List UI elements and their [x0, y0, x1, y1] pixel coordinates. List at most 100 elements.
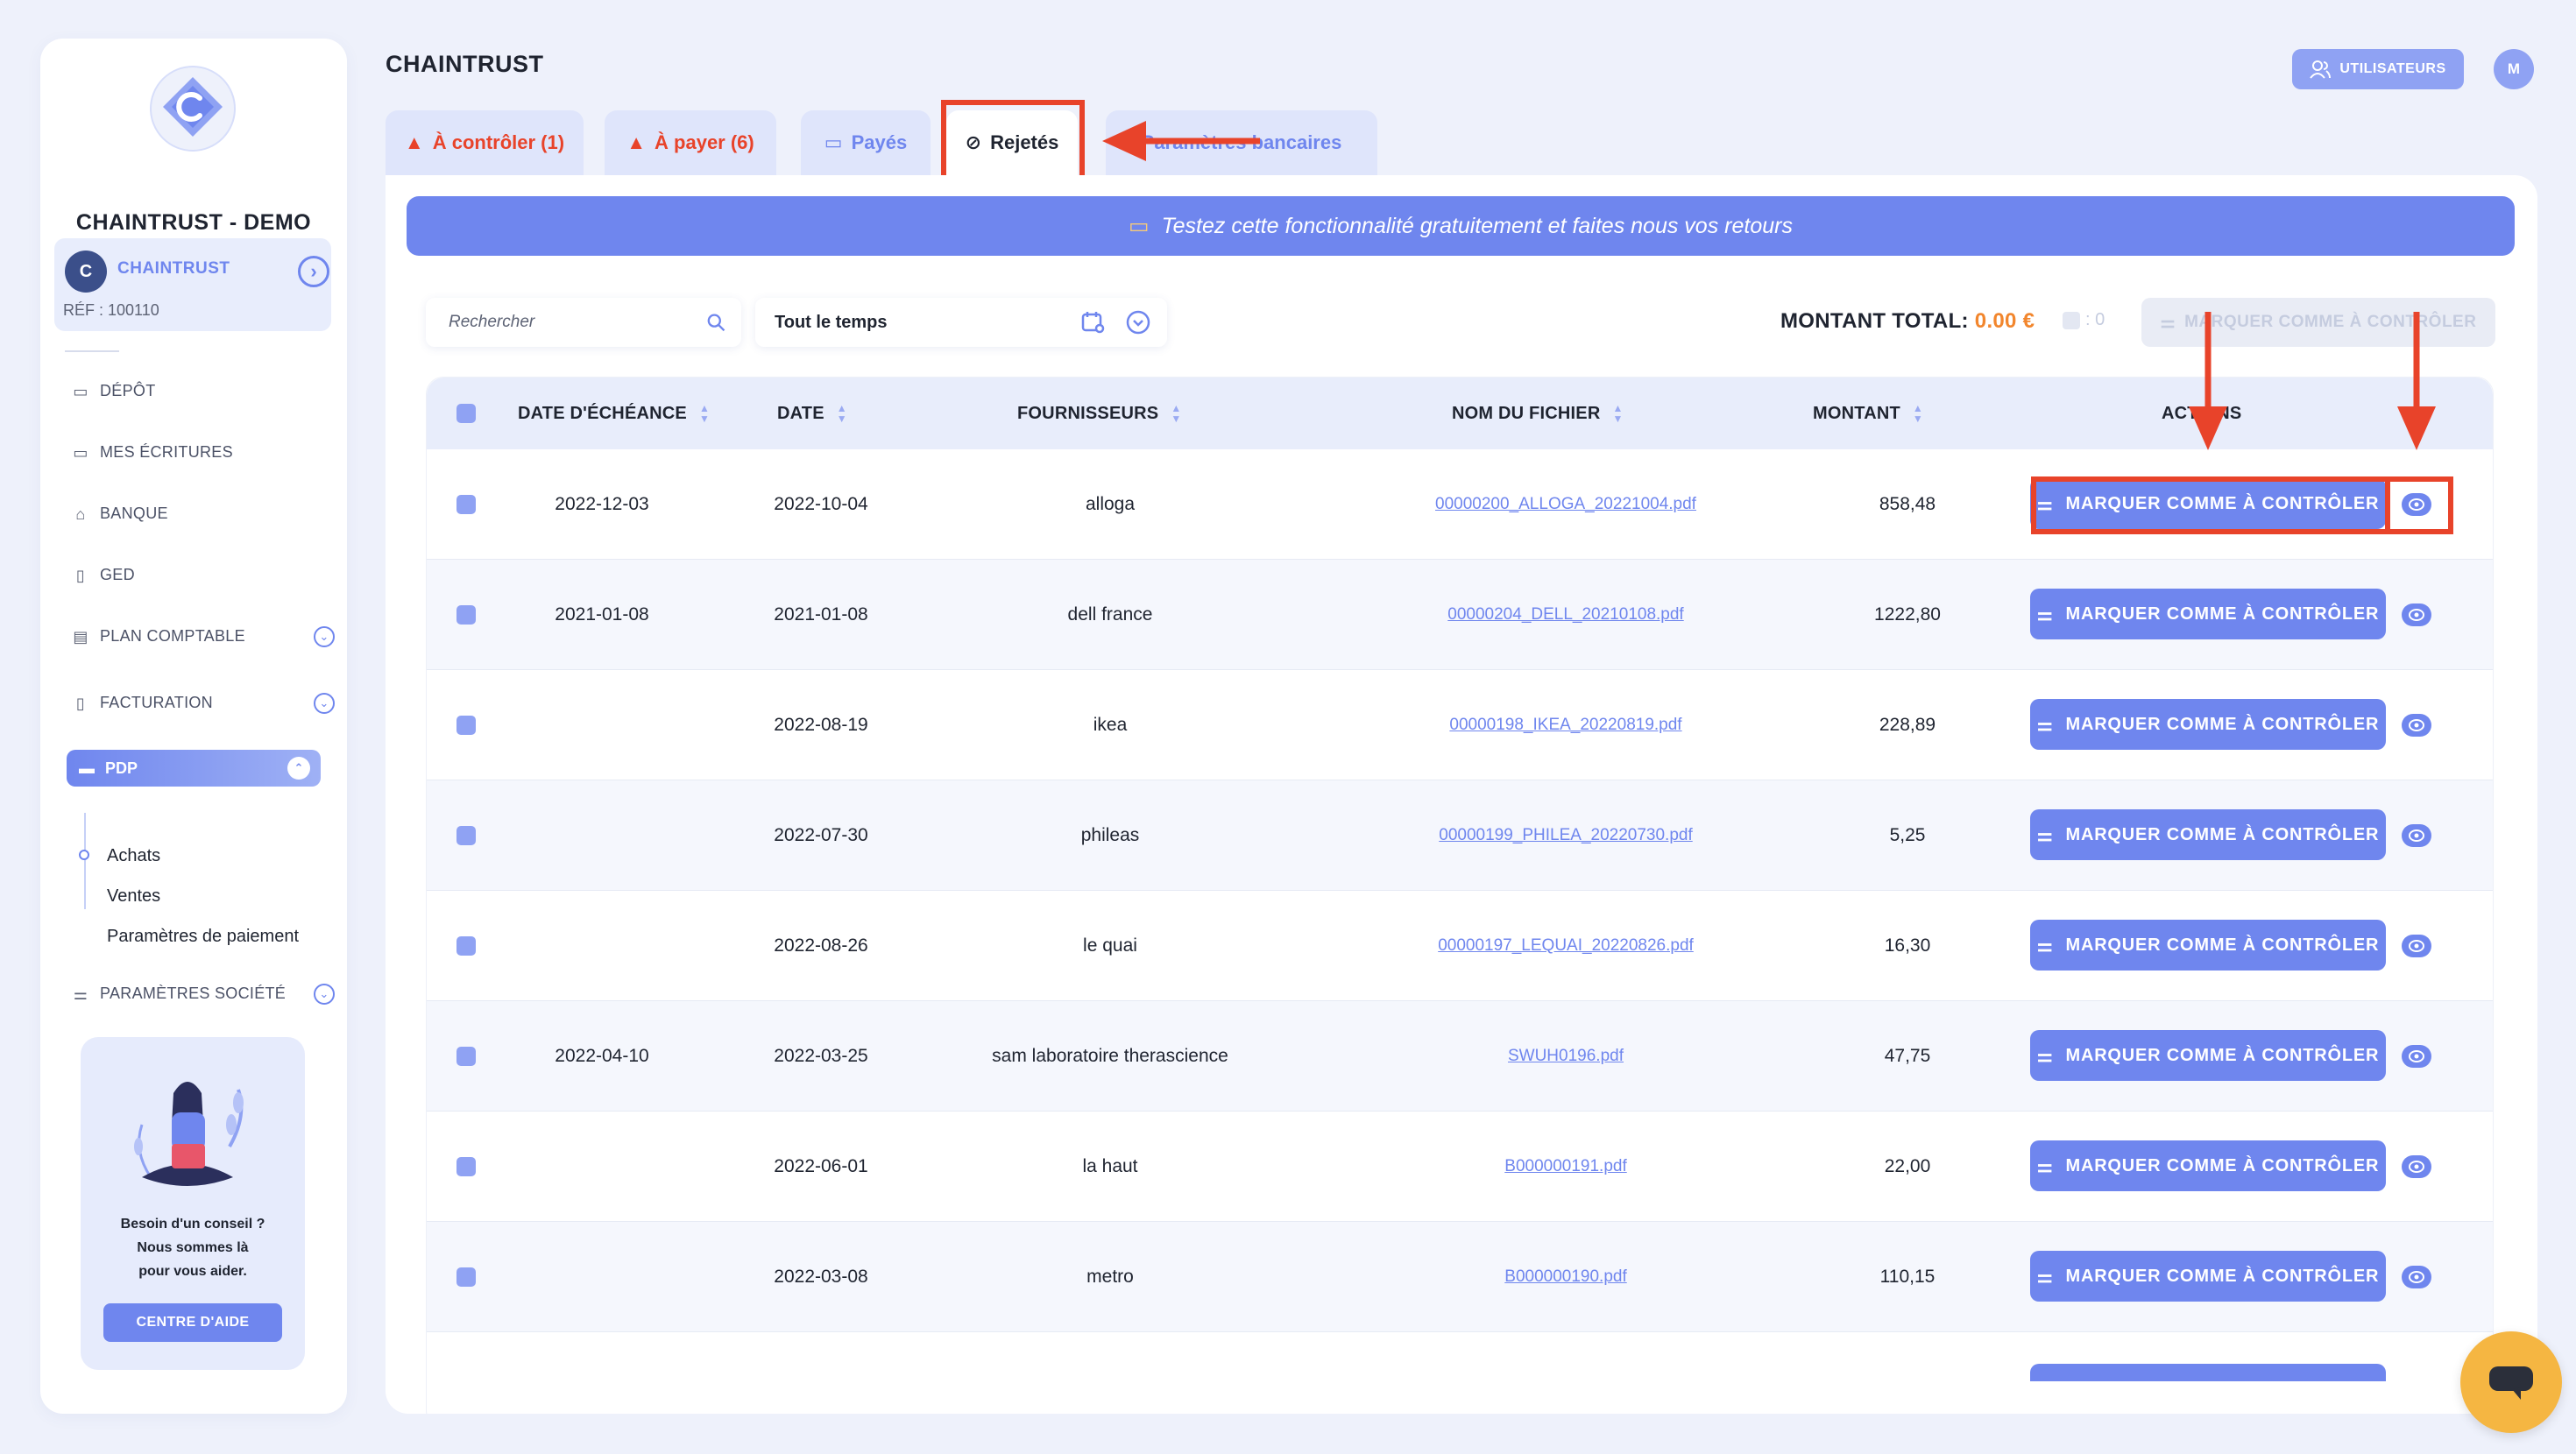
view-eye-icon[interactable] — [2402, 824, 2431, 847]
row-checkbox[interactable] — [456, 495, 476, 514]
supplier-cell: phileas — [1080, 825, 1140, 845]
sidebar-item-depot[interactable]: ▭ DÉPÔT — [72, 382, 335, 400]
view-eye-icon[interactable] — [2402, 1045, 2431, 1068]
column-header-suppliers[interactable]: FOURNISSEURS ▲ ▼ — [1017, 378, 1181, 449]
button-label: MARQUER COMME À CONTRÔLER — [2065, 1045, 2380, 1065]
mark-to-check-button[interactable]: ⚌ MARQUER COMME À CONTRÔLER — [2030, 589, 2386, 639]
sidebar-item-mes-ecritures[interactable]: ▭ MES ÉCRITURES — [72, 443, 335, 462]
date-cell: 2021-01-08 — [774, 604, 868, 625]
sliders-icon: ⚌ — [2036, 715, 2054, 735]
supplier-cell: dell france — [1067, 604, 1153, 625]
folder-icon: ▭ — [73, 443, 88, 462]
file-link[interactable]: 00000200_ALLOGA_20221004.pdf — [1312, 449, 1820, 560]
company-switch-button[interactable]: › — [298, 256, 329, 287]
date-cell: 2022-08-19 — [774, 715, 868, 735]
chaintrust-logo-icon — [150, 66, 236, 152]
sort-icon[interactable]: ▲ ▼ — [1913, 403, 1923, 424]
avatar[interactable]: M — [2494, 49, 2534, 89]
view-eye-icon[interactable] — [2402, 1155, 2431, 1178]
sidebar-item-pdp[interactable]: ▬ PDP ⌃ — [67, 750, 321, 787]
card-icon: ▬ — [79, 759, 95, 777]
chevron-down-icon[interactable]: ⌄ — [314, 692, 335, 714]
sidebar-item-parametres-societe[interactable]: ⚌ PARAMÈTRES SOCIÉTÉ ⌄ — [72, 983, 335, 1005]
sidebar-item-ged[interactable]: ▯ GED — [72, 566, 335, 584]
row-checkbox[interactable] — [456, 826, 476, 845]
button-label: MARQUER COMME À CONTRÔLER — [2065, 1266, 2380, 1286]
mark-to-check-button[interactable]: ⚌ MARQUER COMME À CONTRÔLER — [2030, 1140, 2386, 1191]
column-header-due-date[interactable]: DATE D'ÉCHÉANCE ▲ ▼ — [518, 378, 710, 449]
promo-banner: ▭ Testez cette fonctionnalité gratuiteme… — [407, 196, 2515, 256]
file-link[interactable]: 00000199_PHILEA_20220730.pdf — [1312, 780, 1820, 891]
calendar-search-icon[interactable] — [1081, 310, 1106, 335]
mark-to-check-button[interactable]: ⚌ MARQUER COMME À CONTRÔLER — [2030, 1251, 2386, 1302]
date-filter[interactable]: Tout le temps — [755, 298, 1167, 347]
chat-button[interactable] — [2460, 1331, 2562, 1433]
company-card[interactable]: C CHAINTRUST RÉF : 100110 › — [54, 238, 331, 331]
column-header-date[interactable]: DATE ▲ ▼ — [777, 378, 847, 449]
due-date-cell — [479, 670, 725, 780]
chevron-down-icon[interactable]: ⌄ — [314, 625, 335, 647]
submenu-item-ventes[interactable]: Ventes — [107, 886, 160, 907]
sort-icon[interactable]: ▲ ▼ — [1612, 403, 1623, 424]
sidebar-item-facturation[interactable]: ▯ FACTURATION ⌄ — [72, 692, 335, 714]
file-link[interactable]: B000000190.pdf — [1312, 1222, 1820, 1332]
column-header-file-name[interactable]: NOM DU FICHIER ▲ ▼ — [1452, 378, 1624, 449]
users-button[interactable]: UTILISATEURS — [2292, 49, 2464, 89]
row-checkbox[interactable] — [456, 1047, 476, 1066]
file-link[interactable]: SWUH0196.pdf — [1312, 1001, 1820, 1112]
total-amount: MONTANT TOTAL: 0.00 € — [1780, 309, 2035, 334]
submenu-item-parametres-paiement[interactable]: Paramètres de paiement — [107, 927, 299, 947]
row-checkbox[interactable] — [456, 936, 476, 956]
sidebar-item-label: PDP — [105, 759, 138, 777]
tab-a-controler[interactable]: ▲ À contrôler (1) — [386, 110, 584, 175]
help-center-button[interactable]: CENTRE D'AIDE — [103, 1303, 282, 1342]
view-eye-icon[interactable] — [2402, 714, 2431, 737]
search-icon[interactable] — [706, 312, 725, 333]
search-box[interactable] — [426, 298, 741, 347]
mark-to-check-button[interactable]: ⚌ MARQUER COMME À CONTRÔLER — [2030, 699, 2386, 750]
sort-icon[interactable]: ▲ ▼ — [1171, 403, 1181, 424]
due-date-cell — [479, 891, 725, 1001]
chevron-down-icon[interactable]: ⌄ — [314, 983, 335, 1005]
button-label: MARQUER COMME À CONTRÔLER — [2065, 1155, 2380, 1175]
submenu-item-achats[interactable]: Achats — [107, 846, 160, 866]
view-eye-icon[interactable] — [2402, 603, 2431, 626]
chevron-down-icon[interactable] — [1125, 309, 1151, 335]
select-all-checkbox[interactable] — [456, 404, 476, 423]
checkbox-icon — [2063, 311, 2080, 329]
tab-payes[interactable]: ▭ Payés — [801, 110, 931, 175]
file-link[interactable]: 00000197_LEQUAI_20220826.pdf — [1312, 891, 1820, 1001]
column-header-label: NOM DU FICHIER — [1452, 403, 1601, 423]
tab-a-payer[interactable]: ▲ À payer (6) — [605, 110, 776, 175]
column-header-amount[interactable]: MONTANT ▲ ▼ — [1813, 378, 1923, 449]
mark-to-check-button[interactable] — [2030, 1364, 2386, 1381]
tab-label: Payés — [851, 131, 908, 153]
mark-to-check-button[interactable]: ⚌ MARQUER COMME À CONTRÔLER — [2030, 920, 2386, 971]
sidebar-item-banque[interactable]: ⌂ BANQUE — [72, 505, 335, 523]
file-link[interactable]: 00000204_DELL_20210108.pdf — [1312, 560, 1820, 670]
date-cell: 2022-03-08 — [774, 1267, 868, 1287]
chevron-up-icon[interactable]: ⌃ — [287, 757, 310, 780]
file-link[interactable]: B000000191.pdf — [1312, 1112, 1820, 1222]
sidebar-item-label: FACTURATION — [100, 694, 213, 711]
search-input[interactable] — [449, 313, 706, 332]
row-checkbox[interactable] — [456, 1267, 476, 1287]
sidebar-item-plan-comptable[interactable]: ▤ PLAN COMPTABLE ⌄ — [72, 625, 335, 647]
column-header-label: DATE — [777, 403, 824, 423]
row-checkbox[interactable] — [456, 1157, 476, 1176]
sort-icon[interactable]: ▲ ▼ — [699, 403, 710, 424]
sliders-icon: ⚌ — [2036, 1046, 2054, 1066]
row-checkbox[interactable] — [456, 605, 476, 625]
row-checkbox[interactable] — [456, 716, 476, 735]
view-eye-icon[interactable] — [2402, 1266, 2431, 1288]
view-eye-icon[interactable] — [2402, 935, 2431, 957]
arrow-left-icon — [1102, 121, 1260, 161]
sort-icon[interactable]: ▲ ▼ — [837, 403, 847, 424]
highlight-box-rejetes-tab — [941, 100, 1085, 182]
sliders-icon: ⚌ — [2036, 1267, 2054, 1287]
mark-to-check-button[interactable]: ⚌ MARQUER COMME À CONTRÔLER — [2030, 809, 2386, 860]
file-link[interactable]: 00000198_IKEA_20220819.pdf — [1312, 670, 1820, 780]
amount-cell: 110,15 — [1879, 1267, 1936, 1287]
mark-to-check-button[interactable]: ⚌ MARQUER COMME À CONTRÔLER — [2030, 1030, 2386, 1081]
sidebar-item-label: BANQUE — [100, 505, 168, 522]
